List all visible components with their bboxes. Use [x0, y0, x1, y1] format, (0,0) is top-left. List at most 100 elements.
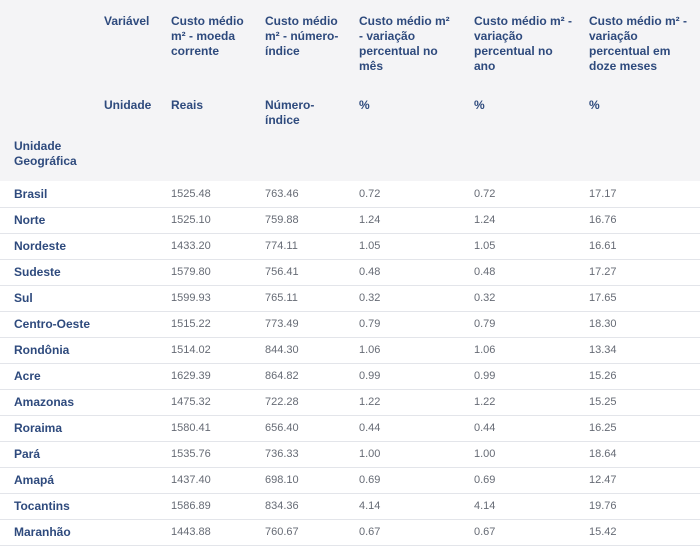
cell-variacao-mes: 1.24 [359, 207, 474, 234]
region-name: Brasil [0, 181, 171, 208]
cell-variacao-ano: 1.00 [474, 441, 589, 468]
cell-numero-indice: 763.46 [265, 181, 359, 208]
region-name: Amazonas [0, 389, 171, 416]
unit-numero-indice: Número-índice [265, 98, 315, 127]
table-row: Sul 1599.93 765.11 0.32 0.32 17.65 [0, 285, 700, 312]
cell-moeda-corrente: 1515.22 [171, 311, 265, 338]
cell-variacao-ano: 0.79 [474, 311, 589, 338]
cell-variacao-doze-meses: 13.34 [589, 337, 700, 364]
unidade-label: Unidade [104, 98, 152, 112]
table-row: Acre 1629.39 864.82 0.99 0.99 15.26 [0, 363, 700, 390]
cell-moeda-corrente: 1443.88 [171, 519, 265, 546]
cell-moeda-corrente: 1586.89 [171, 493, 265, 520]
cell-moeda-corrente: 1525.10 [171, 207, 265, 234]
cell-numero-indice: 756.41 [265, 259, 359, 286]
cell-variacao-doze-meses: 19.76 [589, 493, 700, 520]
cell-variacao-mes: 0.69 [359, 467, 474, 494]
column-header-variacao-mes: Custo médio m² - variação percentual no … [359, 14, 450, 73]
region-name: Sudeste [0, 259, 171, 286]
cell-variacao-ano: 0.99 [474, 363, 589, 390]
variavel-label: Variável [104, 14, 150, 28]
region-name: Norte [0, 207, 171, 234]
cell-variacao-ano: 0.67 [474, 519, 589, 546]
table-row: Tocantins 1586.89 834.36 4.14 4.14 19.76 [0, 493, 700, 520]
region-name: Centro-Oeste [0, 311, 171, 338]
cell-numero-indice: 774.11 [265, 233, 359, 260]
column-header-variacao-doze-meses: Custo médio m² - variação percentual em … [589, 14, 687, 73]
cell-numero-indice: 736.33 [265, 441, 359, 468]
data-table: Variável Unidade Unidade Geográfica Cust… [0, 0, 700, 553]
cell-variacao-mes: 4.14 [359, 493, 474, 520]
cell-variacao-doze-meses: 16.25 [589, 415, 700, 442]
unit-percent-mes: % [359, 98, 370, 112]
cell-numero-indice: 760.67 [265, 519, 359, 546]
cell-variacao-doze-meses: 16.61 [589, 233, 700, 260]
region-name: Acre [0, 363, 171, 390]
cell-variacao-doze-meses: 18.30 [589, 311, 700, 338]
cell-variacao-doze-meses: 17.17 [589, 181, 700, 208]
cell-variacao-doze-meses: 15.42 [589, 519, 700, 546]
cell-variacao-mes: 0.44 [359, 415, 474, 442]
column-header-moeda-corrente: Custo médio m² - moeda corrente [171, 14, 244, 58]
region-name: Sul [0, 285, 171, 312]
table-body: Brasil 1525.48 763.46 0.72 0.72 17.17 Norte 15… [0, 181, 700, 546]
cell-moeda-corrente: 1437.40 [171, 467, 265, 494]
unit-reais: Reais [171, 98, 204, 112]
table-row: Maranhão 1443.88 760.67 0.67 0.67 15.42 [0, 519, 700, 546]
column-header-numero-indice: Custo médio m² - número-índice [265, 14, 339, 58]
cell-numero-indice: 834.36 [265, 493, 359, 520]
cell-variacao-doze-meses: 16.76 [589, 207, 700, 234]
cell-moeda-corrente: 1535.76 [171, 441, 265, 468]
region-name: Pará [0, 441, 171, 468]
cell-variacao-doze-meses: 15.26 [589, 363, 700, 390]
cell-variacao-ano: 0.32 [474, 285, 589, 312]
unit-percent-doze-meses: % [589, 98, 600, 112]
cell-variacao-doze-meses: 15.25 [589, 389, 700, 416]
cell-variacao-mes: 0.48 [359, 259, 474, 286]
cell-variacao-doze-meses: 17.27 [589, 259, 700, 286]
cell-moeda-corrente: 1475.32 [171, 389, 265, 416]
cell-numero-indice: 765.11 [265, 285, 359, 312]
cell-variacao-mes: 1.00 [359, 441, 474, 468]
cell-variacao-mes: 1.05 [359, 233, 474, 260]
cell-variacao-ano: 0.69 [474, 467, 589, 494]
column-header-variacao-ano: Custo médio m² - variação percentual no … [474, 14, 572, 73]
cell-numero-indice: 698.10 [265, 467, 359, 494]
cell-moeda-corrente: 1433.20 [171, 233, 265, 260]
table-row: Sudeste 1579.80 756.41 0.48 0.48 17.27 [0, 259, 700, 286]
cell-numero-indice: 759.88 [265, 207, 359, 234]
table-header: Variável Unidade Unidade Geográfica Cust… [0, 0, 700, 181]
cell-variacao-mes: 0.79 [359, 311, 474, 338]
cell-moeda-corrente: 1525.48 [171, 181, 265, 208]
table-row: Centro-Oeste 1515.22 773.49 0.79 0.79 18.30 [0, 311, 700, 338]
cell-variacao-ano: 1.24 [474, 207, 589, 234]
cell-numero-indice: 844.30 [265, 337, 359, 364]
cell-moeda-corrente: 1629.39 [171, 363, 265, 390]
cell-variacao-ano: 1.06 [474, 337, 589, 364]
cell-variacao-doze-meses: 12.47 [589, 467, 700, 494]
cell-variacao-ano: 0.72 [474, 181, 589, 208]
table-row: Amapá 1437.40 698.10 0.69 0.69 12.47 [0, 467, 700, 494]
cell-moeda-corrente: 1514.02 [171, 337, 265, 364]
cell-variacao-ano: 0.44 [474, 415, 589, 442]
cell-variacao-mes: 0.99 [359, 363, 474, 390]
region-name: Rondônia [0, 337, 171, 364]
region-name: Roraima [0, 415, 171, 442]
table-row: Brasil 1525.48 763.46 0.72 0.72 17.17 [0, 181, 700, 208]
cell-variacao-mes: 0.67 [359, 519, 474, 546]
region-name: Maranhão [0, 519, 171, 546]
cell-variacao-mes: 0.32 [359, 285, 474, 312]
cell-numero-indice: 773.49 [265, 311, 359, 338]
cell-numero-indice: 656.40 [265, 415, 359, 442]
cell-variacao-mes: 1.06 [359, 337, 474, 364]
cell-variacao-doze-meses: 18.64 [589, 441, 700, 468]
cell-moeda-corrente: 1599.93 [171, 285, 265, 312]
cell-variacao-doze-meses: 17.65 [589, 285, 700, 312]
table-row: Amazonas 1475.32 722.28 1.22 1.22 15.25 [0, 389, 700, 416]
table-row: Norte 1525.10 759.88 1.24 1.24 16.76 [0, 207, 700, 234]
cell-moeda-corrente: 1579.80 [171, 259, 265, 286]
table-row: Pará 1535.76 736.33 1.00 1.00 18.64 [0, 441, 700, 468]
cell-variacao-ano: 1.05 [474, 233, 589, 260]
cell-variacao-ano: 4.14 [474, 493, 589, 520]
region-name: Tocantins [0, 493, 171, 520]
